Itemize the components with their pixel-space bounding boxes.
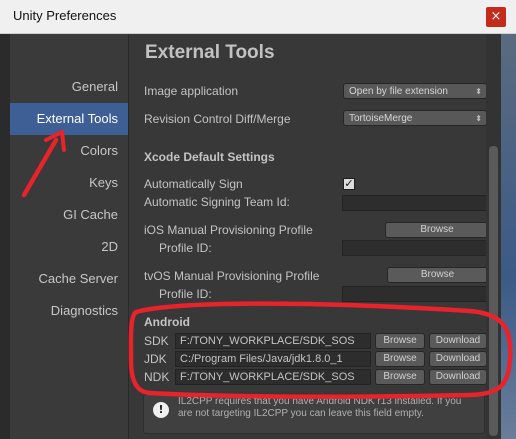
- external-tools-panel: External Tools Image application Open by…: [129, 34, 501, 439]
- ndk-download-button[interactable]: Download: [429, 369, 487, 385]
- tvos-profile-label: tvOS Manual Provisioning Profile: [144, 269, 320, 283]
- content-scrollbar[interactable]: [486, 34, 501, 439]
- auto-sign-label: Automatically Sign: [144, 177, 243, 191]
- jdk-download-button[interactable]: Download: [429, 351, 487, 367]
- updown-arrow-icon: ⬍: [475, 87, 482, 96]
- ndk-browse-button[interactable]: Browse: [375, 369, 425, 385]
- updown-arrow-icon: ⬍: [475, 114, 482, 123]
- ndk-label: NDK: [144, 370, 170, 384]
- sidebar-item-gi-cache[interactable]: GI Cache: [10, 199, 128, 231]
- background-desktop-edge: [501, 34, 516, 439]
- il2cpp-warning-box: ! IL2CPP requires that you have Android …: [143, 394, 485, 434]
- window-title: Unity Preferences: [13, 8, 117, 23]
- close-icon[interactable]: ×: [486, 7, 506, 27]
- sdk-browse-button[interactable]: Browse: [375, 333, 425, 349]
- sidebar-item-keys[interactable]: Keys: [10, 167, 128, 199]
- xcode-section-heading: Xcode Default Settings: [144, 150, 275, 164]
- android-section-heading: Android: [144, 315, 190, 329]
- sidebar-item-diagnostics[interactable]: Diagnostics: [10, 295, 128, 327]
- image-application-dropdown[interactable]: Open by file extension ⬍: [343, 83, 487, 99]
- window-left-border: [0, 34, 10, 439]
- sdk-download-button[interactable]: Download: [429, 333, 487, 349]
- tvos-profile-browse-button[interactable]: Browse: [387, 267, 488, 283]
- image-application-label: Image application: [144, 84, 239, 98]
- tvos-profile-id-label: Profile ID:: [159, 287, 212, 301]
- preferences-sidebar: General External Tools Colors Keys GI Ca…: [10, 34, 129, 439]
- warning-text: IL2CPP requires that you have Android ND…: [178, 396, 462, 419]
- revision-control-dropdown[interactable]: TortoiseMerge ⬍: [343, 110, 487, 126]
- jdk-path-field[interactable]: C:/Program Files/Java/jdk1.8.0_1: [175, 351, 371, 367]
- scrollbar-thumb[interactable]: [489, 146, 498, 436]
- revision-control-value: TortoiseMerge: [349, 113, 413, 124]
- window-title-bar: Unity Preferences ×: [0, 0, 516, 34]
- sidebar-item-2d[interactable]: 2D: [10, 231, 128, 263]
- image-application-value: Open by file extension: [349, 86, 448, 97]
- sidebar-item-colors[interactable]: Colors: [10, 135, 128, 167]
- sdk-path-field[interactable]: F:/TONY_WORKPLACE/SDK_SOS: [175, 333, 371, 349]
- page-title: External Tools: [145, 42, 275, 63]
- jdk-label: JDK: [144, 352, 167, 366]
- jdk-browse-button[interactable]: Browse: [375, 351, 425, 367]
- sidebar-item-general[interactable]: General: [10, 71, 128, 103]
- auto-sign-checkbox[interactable]: ✓: [343, 178, 355, 190]
- ios-profile-id-field[interactable]: [342, 240, 488, 256]
- ios-profile-id-label: Profile ID:: [159, 241, 212, 255]
- sdk-label: SDK: [144, 334, 169, 348]
- team-id-label: Automatic Signing Team Id:: [144, 195, 290, 209]
- team-id-field[interactable]: [342, 195, 488, 211]
- sidebar-item-external-tools[interactable]: External Tools: [10, 103, 128, 135]
- sidebar-item-cache-server[interactable]: Cache Server: [10, 263, 128, 295]
- ios-profile-label: iOS Manual Provisioning Profile: [144, 223, 313, 237]
- ndk-path-field[interactable]: F:/TONY_WORKPLACE/SDK_SOS: [175, 369, 371, 385]
- warning-icon: !: [153, 402, 169, 418]
- revision-control-label: Revision Control Diff/Merge: [144, 112, 291, 126]
- ios-profile-browse-button[interactable]: Browse: [385, 222, 489, 238]
- tvos-profile-id-field[interactable]: [342, 286, 488, 302]
